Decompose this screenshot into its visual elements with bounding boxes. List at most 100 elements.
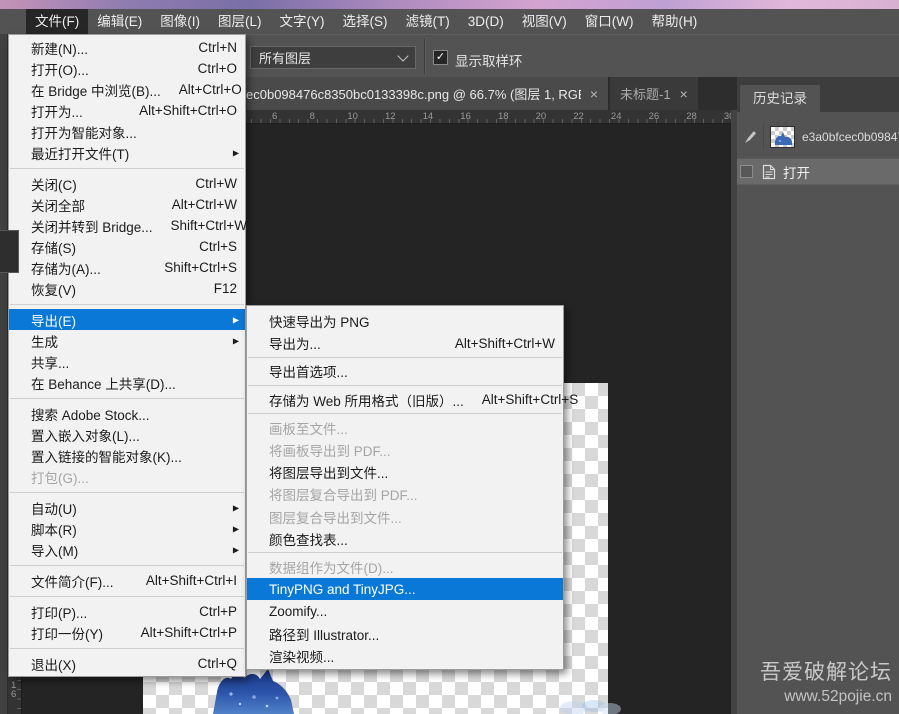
history-panel-header: 历史记录 (737, 77, 899, 112)
checkmark-icon: ✓ (436, 51, 445, 63)
file-menu-item[interactable]: 关闭并转到 Bridge... Shift+Ctrl+W ▶ (9, 215, 245, 236)
ruler-number: 8 (310, 111, 348, 122)
menubar-item[interactable]: 滤镜(T) (397, 9, 459, 34)
close-icon[interactable]: × (590, 87, 598, 101)
document-tab-inactive[interactable]: 未标题-1 × (610, 77, 698, 110)
menu-item-label: 渲染视频... (269, 646, 334, 666)
menubar-item[interactable]: 编辑(E) (88, 9, 151, 34)
export-menu-item[interactable]: 快速导出为 PNG ▶ (247, 310, 563, 332)
menubar-item[interactable]: 视图(V) (513, 9, 576, 34)
file-menu-item[interactable]: 生成 ▶ (9, 330, 245, 351)
document-icon (762, 164, 776, 180)
file-menu-item[interactable]: 在 Bridge 中浏览(B)... Alt+Ctrl+O ▶ (9, 79, 245, 100)
export-menu-item[interactable]: 将图层复合导出到 PDF... ▶ (247, 483, 563, 505)
ruler-number: 16 (460, 111, 498, 122)
file-menu-item[interactable]: 搜索 Adobe Stock... ▶ (9, 403, 245, 424)
panel-edge-tab[interactable] (0, 230, 19, 273)
submenu-arrow-icon: ▶ (233, 524, 239, 533)
menu-item-label: 恢复(V) (31, 279, 76, 299)
menu-item-shortcut: Ctrl+S (181, 239, 237, 254)
export-menu-item[interactable]: 渲染视频... ▶ (247, 645, 563, 667)
file-menu-item[interactable]: 恢复(V) F12 ▶ (9, 278, 245, 299)
file-menu-item[interactable]: 导出(E) ▶ (9, 309, 245, 330)
file-menu-item[interactable]: 脚本(R) ▶ (9, 518, 245, 539)
history-snapshot-row[interactable]: e3a0bfcec0b098476c (737, 120, 899, 153)
file-menu-item[interactable]: ▶ (9, 643, 245, 653)
menu-item-shortcut: F12 (196, 281, 237, 296)
menubar-item[interactable]: 文件(F) (26, 9, 88, 34)
file-menu-item[interactable]: 存储为(A)... Shift+Ctrl+S ▶ (9, 257, 245, 278)
file-menu-item[interactable]: 打包(G)... ▶ (9, 466, 245, 487)
file-menu-item[interactable]: 共享... ▶ (9, 351, 245, 372)
ruler-number: 20 (536, 111, 574, 122)
file-menu-item[interactable]: ▶ (9, 487, 245, 497)
file-menu-item[interactable]: 在 Behance 上共享(D)... ▶ (9, 372, 245, 393)
export-menu-item[interactable]: 路径到 Illustrator... ▶ (247, 622, 563, 644)
menubar-item[interactable]: 选择(S) (334, 9, 397, 34)
menu-item-label: 最近打开文件(T) (31, 143, 129, 163)
export-menu-item[interactable]: 将画板导出到 PDF... ▶ (247, 439, 563, 461)
menubar-item[interactable]: 文字(Y) (271, 9, 334, 34)
file-menu-item[interactable]: 存储(S) Ctrl+S ▶ (9, 236, 245, 257)
tab-label: ec0b098476c8350bc0133398c.png @ 66.7% (图… (246, 84, 581, 103)
menu-item-label: 退出(X) (31, 654, 76, 674)
menubar-item[interactable]: 3D(D) (459, 9, 513, 34)
export-menu-item[interactable]: 颜色查找表... ▶ (247, 528, 563, 550)
export-menu-item[interactable]: 画板至文件... ▶ (247, 417, 563, 439)
sampling-ring-label: 显示取样环 (455, 50, 523, 70)
tab-history[interactable]: 历史记录 (740, 85, 820, 112)
export-menu-item[interactable]: 图层复合导出到文件... ▶ (247, 506, 563, 528)
history-brush-icon[interactable] (741, 124, 764, 150)
menu-item-label: 置入嵌入对象(L)... (31, 425, 140, 445)
file-menu-item[interactable]: ▶ (9, 299, 245, 309)
file-menu-item[interactable]: 打印一份(Y) Alt+Shift+Ctrl+P ▶ (9, 622, 245, 643)
sampling-ring-checkbox[interactable]: ✓ (433, 50, 448, 65)
ruler-number: 12 (385, 111, 423, 122)
tools-strip (0, 34, 8, 714)
export-menu-item[interactable]: TinyPNG and TinyJPG... ▶ (247, 578, 563, 600)
file-menu-item[interactable]: 新建(N)... Ctrl+N ▶ (9, 37, 245, 58)
menu-item-label: 存储为 Web 所用格式（旧版）... (269, 390, 464, 410)
file-menu-item[interactable]: 关闭全部 Alt+Ctrl+W ▶ (9, 194, 245, 215)
file-menu-item[interactable]: 打印(P)... Ctrl+P ▶ (9, 601, 245, 622)
file-menu-item[interactable]: 关闭(C) Ctrl+W ▶ (9, 173, 245, 194)
file-menu-item[interactable]: 打开为智能对象... ▶ (9, 121, 245, 142)
history-panel: 历史记录 e3a0bfcec0b098476c (737, 77, 899, 714)
file-menu-item[interactable]: ▶ (9, 560, 245, 570)
history-state-row[interactable]: 打开 (737, 158, 899, 185)
export-menu-item[interactable]: Zoomify... ▶ (247, 600, 563, 622)
export-menu-item[interactable]: 存储为 Web 所用格式（旧版）... Alt+Shift+Ctrl+S ▶ (247, 389, 563, 411)
menu-item-label: 将图层导出到文件... (269, 462, 388, 482)
export-menu-item[interactable]: 导出为... Alt+Shift+Ctrl+W ▶ (247, 332, 563, 354)
file-menu-item[interactable]: ▶ (9, 393, 245, 403)
file-menu-item[interactable]: 自动(U) ▶ (9, 497, 245, 518)
menubar-item[interactable]: 帮助(H) (642, 9, 706, 34)
file-menu-item[interactable]: ▶ (9, 163, 245, 173)
file-menu-item[interactable]: 打开(O)... Ctrl+O ▶ (9, 58, 245, 79)
watermark-title: 吾爱破解论坛 (760, 656, 892, 686)
export-menu-item[interactable]: 导出首选项... ▶ (247, 360, 563, 382)
file-menu-item[interactable]: 打开为... Alt+Shift+Ctrl+O ▶ (9, 100, 245, 121)
menu-item-label: 将画板导出到 PDF... (269, 440, 391, 460)
menubar-item[interactable]: 图层(L) (209, 9, 271, 34)
document-tab-active[interactable]: ec0b098476c8350bc0133398c.png @ 66.7% (图… (236, 77, 608, 110)
export-menu-item[interactable]: 数据组作为文件(D)... ▶ (247, 556, 563, 578)
ruler-number: 30 (724, 111, 731, 122)
file-menu-item[interactable]: 文件简介(F)... Alt+Shift+Ctrl+I ▶ (9, 570, 245, 591)
file-menu-item[interactable]: ▶ (9, 591, 245, 601)
file-menu-item[interactable]: 置入链接的智能对象(K)... ▶ (9, 445, 245, 466)
close-icon[interactable]: × (680, 87, 688, 101)
layers-filter-dropdown[interactable]: 所有图层 (250, 46, 416, 69)
history-state-checkbox[interactable] (740, 165, 753, 178)
file-menu-item[interactable]: 置入嵌入对象(L)... ▶ (9, 424, 245, 445)
menu-item-label: 自动(U) (31, 498, 77, 518)
file-menu-item[interactable]: 导入(M) ▶ (9, 539, 245, 560)
menubar-item[interactable]: 窗口(W) (576, 9, 643, 34)
menu-item-shortcut: Shift+Ctrl+W (153, 218, 248, 233)
menubar-item[interactable]: 图像(I) (151, 9, 209, 34)
snapshot-thumbnail (770, 126, 795, 148)
export-menu-item[interactable]: 将图层导出到文件... ▶ (247, 461, 563, 483)
file-menu-item[interactable]: 退出(X) Ctrl+Q ▶ (9, 653, 245, 674)
ruler-number: 10 (347, 111, 385, 122)
file-menu-item[interactable]: 最近打开文件(T) ▶ (9, 142, 245, 163)
